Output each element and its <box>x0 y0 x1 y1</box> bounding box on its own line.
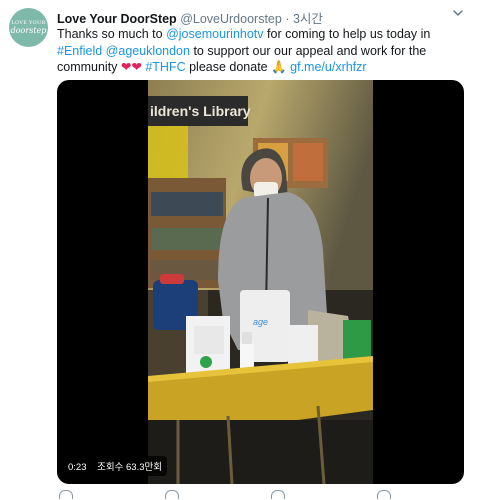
chevron-down-icon[interactable] <box>451 6 465 20</box>
video-player[interactable]: ildren's Library age 0:23 조회수 63.3만회 <box>57 80 464 484</box>
separator-dot: · <box>285 12 290 26</box>
hashtag-thfc[interactable]: #THFC <box>145 60 185 74</box>
mention-josemourinhotv[interactable]: @josemourinhotv <box>166 27 263 41</box>
hashtag-enfield[interactable]: #Enfield <box>57 44 102 58</box>
tweet-header: Love Your DoorStep @LoveUrdoorstep · 3시간 <box>57 8 449 26</box>
avatar-logo-text-top: LOVE YOUR <box>11 19 46 26</box>
view-count: 조회수 63.3만회 <box>97 462 162 473</box>
tweet-actions <box>57 490 457 500</box>
video-duration: 0:23 <box>68 462 87 473</box>
tweet-text-segment: please donate 🙏 <box>185 60 291 74</box>
timestamp[interactable]: 3시간 <box>293 12 323 26</box>
heart-emoji: ❤❤ <box>120 60 142 74</box>
bag-logo-text: age <box>253 317 268 327</box>
video-info-badge: 0:23 조회수 63.3만회 <box>63 456 167 476</box>
library-sign-text: ildren's Library <box>150 103 251 119</box>
video-frame[interactable]: ildren's Library age <box>148 80 373 484</box>
avatar-logo-text-bottom: doorstep <box>10 25 47 35</box>
tweet-text-segment: Thanks so much to <box>57 27 167 41</box>
donate-link[interactable]: gf.me/u/xrhfzr <box>290 60 366 74</box>
tweet-text: Thanks so much to @josemourinhotv for co… <box>57 26 457 76</box>
tweet[interactable]: LOVE YOUR doorstep Love Your DoorStep @L… <box>0 0 479 500</box>
user-handle[interactable]: @LoveUrdoorstep <box>180 12 282 26</box>
display-name[interactable]: Love Your DoorStep <box>57 12 177 26</box>
avatar[interactable]: LOVE YOUR doorstep <box>9 8 48 47</box>
mention-ageuklondon[interactable]: @ageuklondon <box>106 44 190 58</box>
tweet-text-segment: for coming to help us today in <box>263 27 431 41</box>
